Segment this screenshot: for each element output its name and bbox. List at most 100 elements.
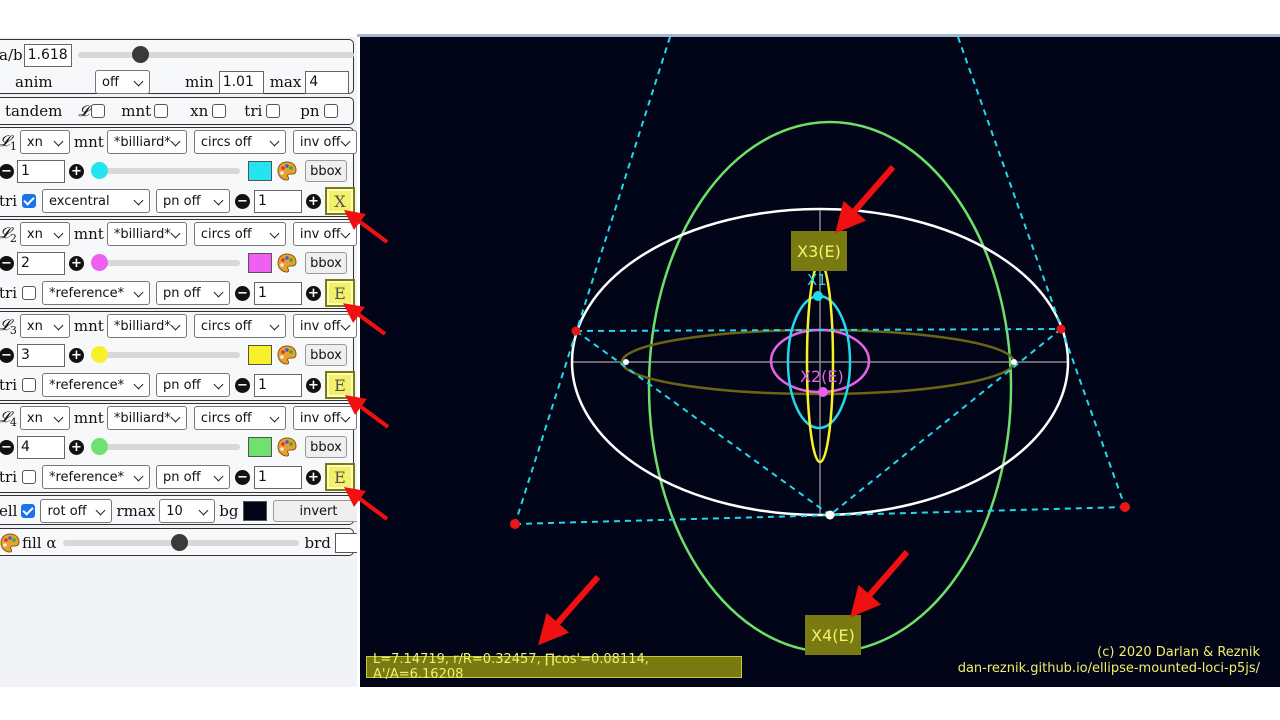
minus-button[interactable]: −	[0, 439, 14, 455]
tri-select[interactable]: *reference*	[42, 373, 150, 397]
rmax-select[interactable]: 10	[159, 499, 216, 523]
bg-color-swatch[interactable]	[242, 501, 267, 521]
mnt-select[interactable]: *billiard*	[106, 406, 187, 430]
xn-select[interactable]: xn	[19, 222, 70, 246]
center-toggle-button[interactable]: X	[325, 187, 355, 215]
tri-checkbox[interactable]	[22, 194, 36, 208]
tri-minus-button[interactable]: −	[235, 193, 250, 209]
circs-select[interactable]: circs off	[193, 406, 286, 430]
tri-select[interactable]: excentral	[42, 189, 150, 213]
mnt-select[interactable]: *billiard*	[106, 314, 187, 338]
tri-select[interactable]: *reference*	[42, 281, 150, 305]
locus-slider[interactable]	[91, 254, 240, 271]
drawing-canvas[interactable]: X3(E) X1 X2(E) X4(E) L=7.14719, r/R=0.32…	[360, 37, 1280, 687]
pn-select[interactable]: pn off	[156, 281, 230, 305]
tandem-xn-checkbox[interactable]	[212, 104, 227, 118]
tri-checkbox[interactable]	[22, 470, 36, 484]
tri-select[interactable]: *reference*	[42, 465, 150, 489]
ell-checkbox[interactable]	[21, 504, 36, 518]
locus-color-swatch[interactable]	[248, 345, 272, 365]
locus-value-input[interactable]: 4	[17, 435, 65, 459]
locus-slider-knob[interactable]	[91, 162, 108, 179]
ab-slider-knob[interactable]	[131, 46, 149, 63]
tri-plus-button[interactable]: +	[306, 469, 321, 485]
tandem-pn-checkbox[interactable]	[323, 104, 338, 118]
inv-select[interactable]: inv off	[292, 406, 357, 430]
tri-value-input[interactable]: 1	[254, 373, 302, 397]
xn-select[interactable]: xn	[19, 314, 70, 338]
anim-select[interactable]: off	[95, 70, 150, 94]
max-input[interactable]: 4	[305, 70, 350, 94]
palette-icon[interactable]	[276, 252, 298, 274]
mnt-select[interactable]: *billiard*	[106, 222, 187, 246]
palette-icon[interactable]	[276, 436, 298, 458]
mnt-select[interactable]: *billiard*	[106, 130, 187, 154]
brd-color-swatch[interactable]	[334, 533, 357, 553]
locus-slider-knob[interactable]	[91, 438, 108, 455]
tri-plus-button[interactable]: +	[306, 193, 321, 209]
invert-button[interactable]: invert	[272, 500, 357, 522]
locus-slider[interactable]	[91, 346, 240, 363]
xn-select[interactable]: xn	[19, 130, 70, 154]
tandem-tri-checkbox[interactable]	[266, 104, 281, 118]
anim-label: anim	[15, 73, 53, 91]
tandem-L-checkbox[interactable]	[91, 104, 106, 118]
rot-select[interactable]: rot off	[40, 499, 113, 523]
plus-button[interactable]: +	[69, 439, 84, 455]
locus-color-swatch[interactable]	[248, 437, 272, 457]
pn-select[interactable]: pn off	[156, 373, 230, 397]
plus-button[interactable]: +	[69, 163, 84, 179]
fill-alpha-slider[interactable]	[62, 534, 299, 551]
palette-icon[interactable]	[0, 532, 21, 554]
plus-button[interactable]: +	[69, 255, 84, 271]
palette-icon[interactable]	[276, 344, 298, 366]
bbox-button[interactable]: bbox	[305, 160, 347, 182]
tri-checkbox[interactable]	[22, 378, 36, 392]
tri-minus-button[interactable]: −	[235, 285, 250, 301]
credit-line-1: (c) 2020 Darlan & Reznik	[1097, 645, 1260, 660]
triangle-vertex[interactable]	[825, 510, 835, 520]
minus-button[interactable]: −	[0, 255, 14, 271]
center-toggle-button[interactable]: E	[325, 371, 355, 399]
fill-alpha-knob[interactable]	[170, 534, 188, 551]
tri-plus-button[interactable]: +	[306, 285, 321, 301]
pn-select[interactable]: pn off	[156, 189, 230, 213]
inv-select[interactable]: inv off	[292, 222, 357, 246]
ab-slider[interactable]	[77, 46, 354, 63]
ab-input[interactable]: 1.618	[23, 43, 72, 67]
locus-value-input[interactable]: 3	[17, 343, 65, 367]
bbox-button[interactable]: bbox	[305, 252, 347, 274]
tandem-mnt-checkbox[interactable]	[154, 104, 169, 118]
min-input[interactable]: 1.01	[218, 70, 264, 94]
locus-color-swatch[interactable]	[248, 161, 272, 181]
tri-checkbox[interactable]	[22, 286, 36, 300]
tri-plus-button[interactable]: +	[306, 377, 321, 393]
pn-select[interactable]: pn off	[156, 465, 230, 489]
circs-select[interactable]: circs off	[193, 222, 286, 246]
bbox-button[interactable]: bbox	[305, 436, 347, 458]
locus-slider-knob[interactable]	[91, 254, 108, 271]
tri-value-input[interactable]: 1	[254, 189, 302, 213]
tri-value-input[interactable]: 1	[254, 281, 302, 305]
minus-button[interactable]: −	[0, 347, 14, 363]
tri-value-input[interactable]: 1	[254, 465, 302, 489]
locus-slider[interactable]	[91, 162, 240, 179]
palette-icon[interactable]	[276, 160, 298, 182]
inv-select[interactable]: inv off	[292, 314, 357, 338]
locus-value-input[interactable]: 1	[17, 159, 65, 183]
minus-button[interactable]: −	[0, 163, 14, 179]
tri-minus-button[interactable]: −	[235, 469, 250, 485]
center-toggle-button[interactable]: E	[325, 463, 355, 491]
locus-slider-knob[interactable]	[91, 346, 108, 363]
tri-minus-button[interactable]: −	[235, 377, 250, 393]
bbox-button[interactable]: bbox	[305, 344, 347, 366]
xn-select[interactable]: xn	[19, 406, 70, 430]
circs-select[interactable]: circs off	[193, 130, 286, 154]
locus-value-input[interactable]: 2	[17, 251, 65, 275]
circs-select[interactable]: circs off	[193, 314, 286, 338]
inv-select[interactable]: inv off	[292, 130, 357, 154]
locus-slider[interactable]	[91, 438, 240, 455]
center-toggle-button[interactable]: E	[325, 279, 355, 307]
locus-color-swatch[interactable]	[248, 253, 272, 273]
plus-button[interactable]: +	[69, 347, 84, 363]
